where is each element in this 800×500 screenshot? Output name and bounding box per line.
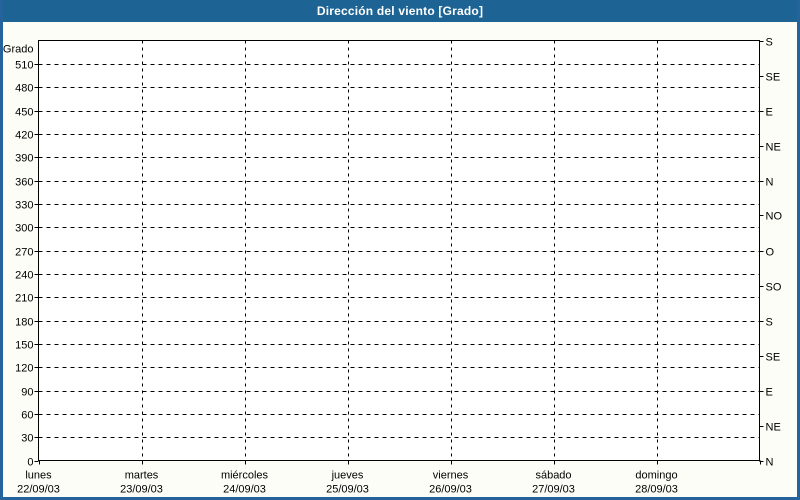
date-label: 28/09/03 [635, 484, 678, 496]
y-tick-label: 60 [21, 410, 33, 422]
compass-tick-label: SO [766, 282, 782, 294]
compass-tick-label: S [766, 317, 773, 329]
y-tick-label: 450 [15, 107, 33, 119]
date-label: 23/09/03 [120, 484, 163, 496]
day-label: miércoles [221, 470, 269, 482]
compass-tick-label: N [766, 177, 774, 189]
date-label: 27/09/03 [532, 484, 575, 496]
y-tick-label: 30 [21, 433, 33, 445]
chart-title-bar: Dirección del viento [Grado] [3, 0, 797, 22]
y-tick-label: 420 [15, 130, 33, 142]
compass-tick-label: N [766, 457, 774, 469]
compass-tick-label: SE [766, 72, 781, 84]
y-tick-label: 120 [15, 363, 33, 375]
y-tick-label: 480 [15, 83, 33, 95]
y-tick-label: 390 [15, 153, 33, 165]
compass-tick-label: NO [766, 211, 783, 223]
chart-title: Dirección del viento [Grado] [316, 4, 484, 18]
compass-tick-label: NE [766, 142, 781, 154]
y-tick-label: 150 [15, 340, 33, 352]
y-tick-label: 510 [15, 60, 33, 72]
chart-area: 0 30 60 90 120 150 180 210 240 270 300 330 360 390 420… [3, 22, 797, 497]
y-tick-label: 360 [15, 177, 33, 189]
y-tick-label: 180 [15, 317, 33, 329]
day-label: sábado [535, 470, 571, 482]
compass-tick-label: NE [766, 422, 781, 434]
compass-tick-label: SE [766, 352, 781, 364]
chart-window: Dirección del viento [Grado] 0 30 60 90 120 1… [0, 0, 800, 500]
date-label: 24/09/03 [223, 484, 266, 496]
y-tick-label: 300 [15, 223, 33, 235]
day-label: jueves [331, 470, 364, 482]
day-label: martes [125, 470, 159, 482]
day-label: domingo [635, 470, 677, 482]
y-tick-label: 90 [21, 387, 33, 399]
compass-tick-label: O [766, 247, 775, 259]
plot-background [38, 40, 760, 461]
y-tick-label: 330 [15, 200, 33, 212]
y-axis-unit-label: Grado [3, 44, 34, 56]
date-label: 22/09/03 [17, 484, 60, 496]
date-label: 26/09/03 [429, 484, 472, 496]
y-tick-label: 270 [15, 247, 33, 259]
wind-direction-chart: 0 30 60 90 120 150 180 210 240 270 300 330 360 390 420… [3, 37, 783, 496]
day-label: viernes [433, 470, 469, 482]
y-tick-label: 210 [15, 293, 33, 305]
y-tick-label: 240 [15, 270, 33, 282]
compass-tick-label: S [766, 37, 773, 49]
y-tick-label: 0 [27, 457, 33, 469]
day-label: lunes [25, 470, 52, 482]
compass-tick-label: E [766, 387, 773, 399]
compass-tick-label: E [766, 107, 773, 119]
date-label: 25/09/03 [326, 484, 369, 496]
